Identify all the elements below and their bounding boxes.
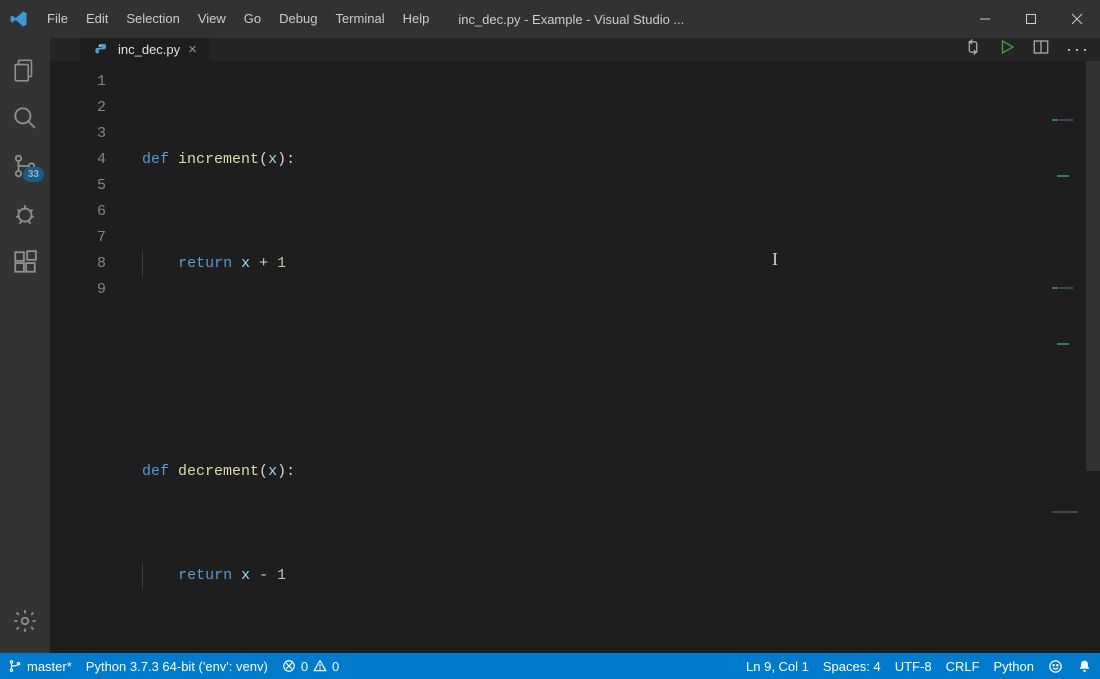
main-area: 33	[0, 38, 1100, 653]
compare-changes-icon[interactable]	[964, 38, 982, 61]
tab-bar: inc_dec.py × ···	[50, 38, 1100, 61]
file-tab[interactable]: inc_dec.py ×	[80, 38, 209, 61]
minimize-button[interactable]	[962, 0, 1008, 38]
menu-selection[interactable]: Selection	[117, 0, 188, 38]
search-icon[interactable]	[0, 94, 50, 142]
window-controls	[962, 0, 1100, 38]
scroll-thumb[interactable]	[1086, 61, 1100, 471]
editor-actions: ···	[954, 38, 1100, 61]
menu-go[interactable]: Go	[235, 0, 270, 38]
menu-edit[interactable]: Edit	[77, 0, 117, 38]
menu-bar: File Edit Selection View Go Debug Termin…	[38, 0, 438, 38]
close-button[interactable]	[1054, 0, 1100, 38]
maximize-button[interactable]	[1008, 0, 1054, 38]
line-number: 9	[50, 277, 106, 303]
line-number: 4	[50, 147, 106, 173]
editor-column: inc_dec.py × ···	[50, 38, 1100, 653]
menu-terminal[interactable]: Terminal	[326, 0, 393, 38]
run-icon[interactable]	[998, 38, 1016, 61]
line-number-gutter: 1 2 3 4 5 6 7 8 9	[50, 61, 122, 679]
extensions-icon[interactable]	[0, 238, 50, 286]
minimap[interactable]	[1052, 67, 1084, 97]
scm-icon[interactable]: 33	[0, 142, 50, 190]
code-line[interactable]: def increment(x):	[142, 147, 1100, 173]
code-line[interactable]	[142, 667, 1100, 679]
file-tab-label: inc_dec.py	[118, 42, 180, 57]
code-line[interactable]: return x - 1	[142, 563, 1100, 589]
menu-debug[interactable]: Debug	[270, 0, 326, 38]
window-title: inc_dec.py - Example - Visual Studio ...	[438, 12, 962, 27]
settings-gear-icon[interactable]	[0, 597, 50, 645]
vertical-scrollbar[interactable]	[1086, 61, 1100, 679]
menu-file[interactable]: File	[38, 0, 77, 38]
line-number: 7	[50, 225, 106, 251]
editor-body[interactable]: 1 2 3 4 5 6 7 8 9 def increment(x): retu…	[50, 61, 1100, 679]
scm-badge: 33	[23, 167, 44, 182]
code-line[interactable]: def decrement(x):	[142, 459, 1100, 485]
split-editor-icon[interactable]	[1032, 38, 1050, 61]
code-area[interactable]: def increment(x): return x + 1 def decre…	[122, 61, 1100, 679]
app-logo	[0, 9, 38, 29]
line-number: 6	[50, 199, 106, 225]
debug-icon[interactable]	[0, 190, 50, 238]
line-number: 1	[50, 69, 106, 95]
menu-view[interactable]: View	[189, 0, 235, 38]
code-line[interactable]: return x + 1	[142, 251, 1100, 277]
text-cursor-icon: I	[772, 246, 778, 272]
line-number: 5	[50, 173, 106, 199]
python-file-icon	[94, 42, 110, 58]
line-number: 2	[50, 95, 106, 121]
activity-bar: 33	[0, 38, 50, 653]
title-bar: File Edit Selection View Go Debug Termin…	[0, 0, 1100, 38]
code-line[interactable]	[142, 355, 1100, 381]
close-tab-icon[interactable]: ×	[188, 41, 197, 58]
explorer-icon[interactable]	[0, 46, 50, 94]
line-number: 3	[50, 121, 106, 147]
menu-help[interactable]: Help	[394, 0, 439, 38]
more-actions-icon[interactable]: ···	[1066, 39, 1090, 60]
line-number: 8	[50, 251, 106, 277]
